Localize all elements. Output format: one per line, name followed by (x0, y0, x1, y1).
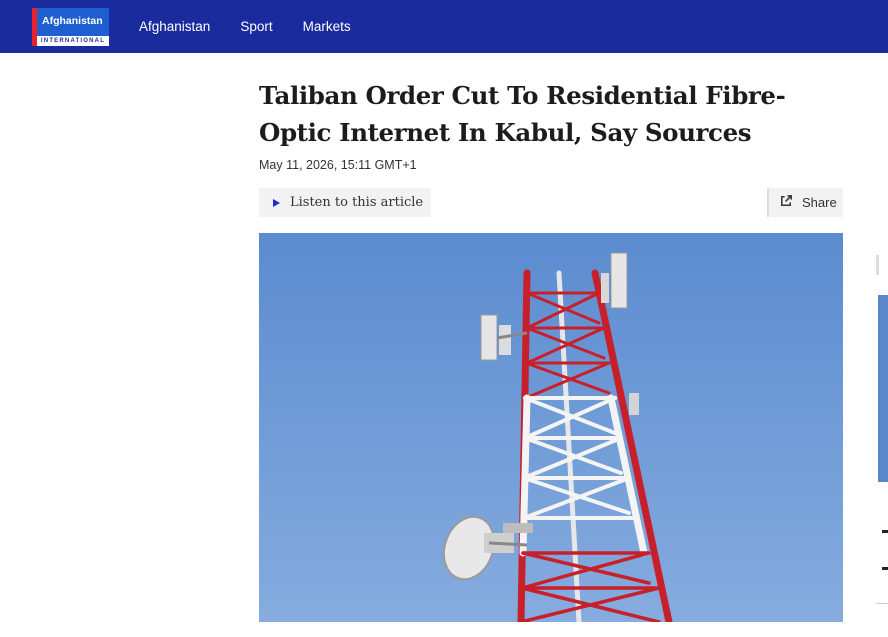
telecom-tower-photo (442, 252, 673, 622)
play-icon (273, 198, 280, 207)
site-header: Afghanistan INTERNATIONAL Afghanistan Sp… (0, 0, 888, 53)
nav-item-markets[interactable]: Markets (303, 19, 351, 34)
sidebar-text-fragment (882, 567, 888, 570)
listen-button[interactable]: Listen to this article (259, 188, 432, 217)
share-button[interactable]: Share (767, 188, 843, 217)
sidebar-image-fragment (878, 295, 888, 482)
article-date: May 11, 2026, 15:11 GMT+1 (259, 158, 417, 172)
sidebar-text-fragment (882, 530, 888, 533)
listen-label: Listen to this article (290, 195, 424, 210)
main-nav: Afghanistan Sport Markets (139, 0, 351, 53)
sidebar-divider (876, 603, 888, 604)
share-icon (779, 193, 794, 213)
article-title: Taliban Order Cut To Residential Fibre-O… (259, 81, 786, 147)
logo-subtitle: INTERNATIONAL (37, 36, 109, 46)
logo-wordmark: Afghanistan (42, 15, 103, 27)
share-label: Share (802, 195, 837, 210)
sidebar-fragment (876, 255, 879, 275)
hero-image (259, 233, 843, 622)
nav-item-sport[interactable]: Sport (240, 19, 272, 34)
nav-item-afghanistan[interactable]: Afghanistan (139, 19, 210, 34)
site-logo[interactable]: Afghanistan INTERNATIONAL (32, 8, 109, 46)
